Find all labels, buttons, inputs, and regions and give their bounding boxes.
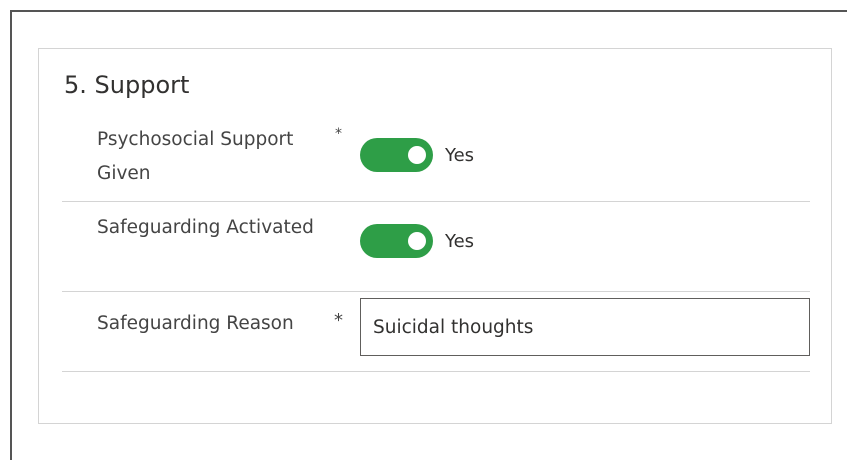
support-section: 5. Support Psychosocial Support Given * … <box>38 48 832 424</box>
required-indicator: * <box>335 126 342 142</box>
required-indicator: * <box>334 310 343 331</box>
safeguarding-activated-label: Safeguarding Activated <box>97 217 314 238</box>
toggle-knob <box>408 146 426 164</box>
safeguarding-reason-input[interactable] <box>360 298 810 356</box>
safeguarding-activated-toggle[interactable] <box>360 224 433 258</box>
field-row-psychosocial-support: Psychosocial Support Given * Yes <box>62 125 810 202</box>
toggle-knob <box>408 232 426 250</box>
field-row-safeguarding-activated: Safeguarding Activated Yes <box>62 202 810 292</box>
section-title: 5. Support <box>64 71 190 99</box>
psychosocial-support-toggle[interactable] <box>360 138 433 172</box>
field-row-safeguarding-reason: Safeguarding Reason * <box>62 292 810 372</box>
safeguarding-reason-label: Safeguarding Reason <box>97 313 294 334</box>
psychosocial-support-value: Yes <box>445 145 475 166</box>
psychosocial-support-label: Psychosocial Support Given <box>97 129 294 184</box>
safeguarding-activated-value: Yes <box>445 231 475 252</box>
